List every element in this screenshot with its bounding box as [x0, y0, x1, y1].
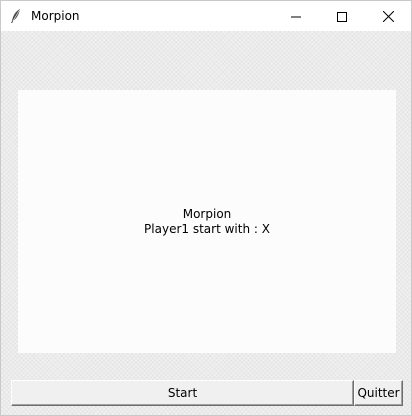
button-bar: Start Quitter: [11, 380, 403, 406]
title-bar[interactable]: Morpion: [1, 1, 411, 31]
quit-button[interactable]: Quitter: [354, 380, 403, 406]
start-button[interactable]: Start: [11, 380, 354, 406]
window-title: Morpion: [31, 9, 80, 23]
close-icon: [382, 7, 394, 26]
maximize-button[interactable]: [319, 1, 365, 31]
window-controls: [273, 1, 411, 31]
feather-icon: [9, 8, 23, 24]
player-start-text: Player1 start with : X: [144, 222, 270, 236]
close-button[interactable]: [365, 1, 411, 31]
app-window: Morpion Morpion Player1 start with : X S…: [0, 0, 412, 416]
canvas-message: Morpion Player1 start with : X: [18, 207, 396, 237]
minimize-icon: [291, 7, 301, 26]
game-canvas[interactable]: Morpion Player1 start with : X: [18, 90, 396, 353]
maximize-icon: [337, 7, 347, 26]
game-title-text: Morpion: [182, 207, 232, 221]
minimize-button[interactable]: [273, 1, 319, 31]
